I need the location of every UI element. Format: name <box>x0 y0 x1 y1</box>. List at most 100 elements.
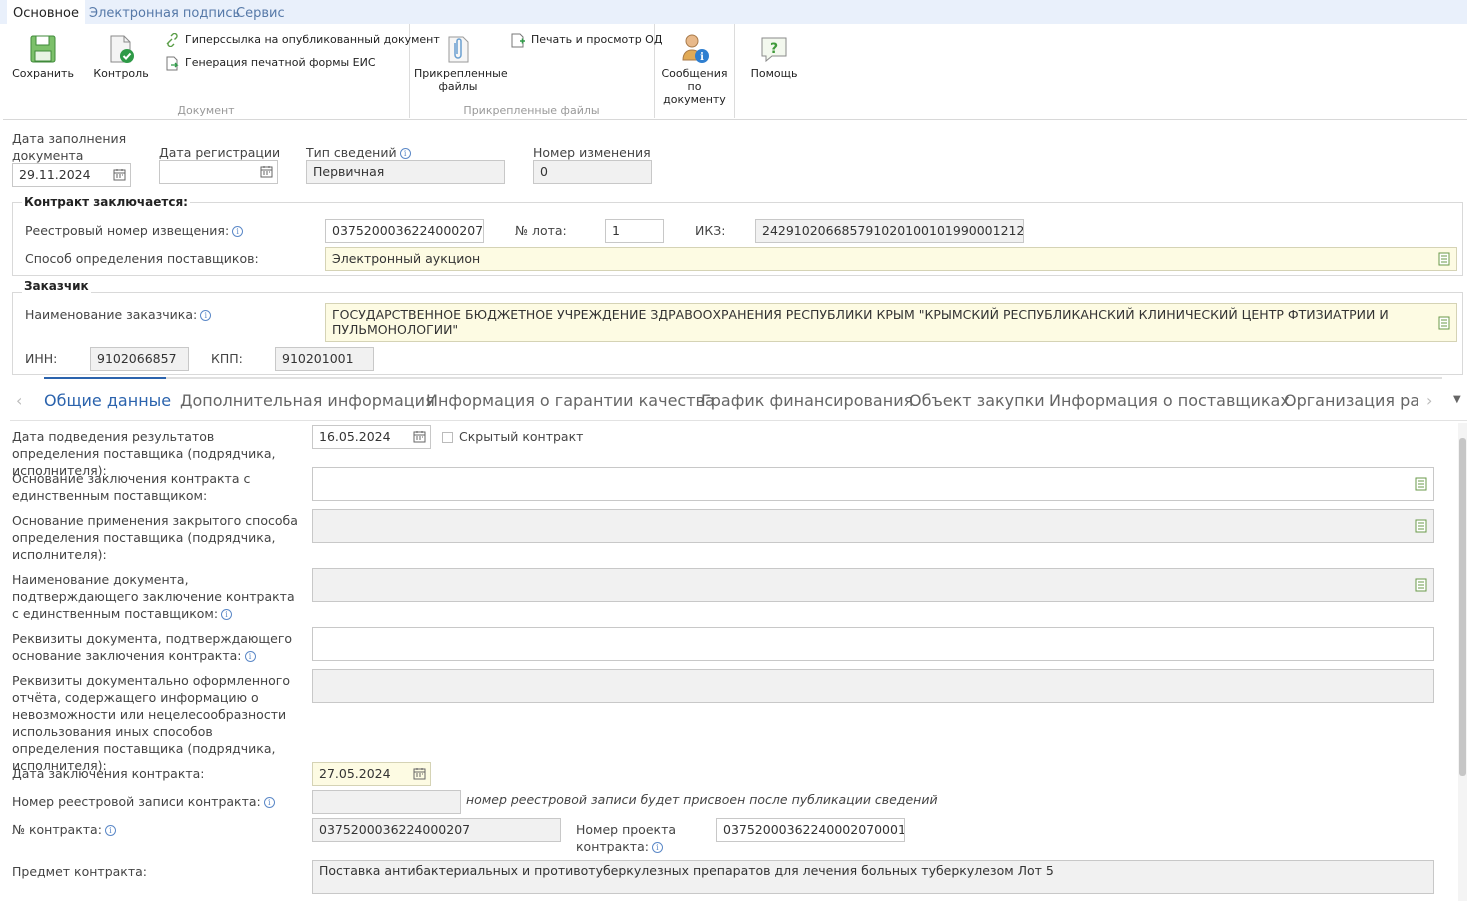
menu-tabs: Основное Электронная подпись Сервис <box>0 0 1467 24</box>
print-view-button[interactable]: Печать и просмотр ОД <box>510 32 662 48</box>
menu-tab-main[interactable]: Основное <box>7 0 85 24</box>
calendar-icon[interactable] <box>260 165 273 178</box>
attached-files-label: Прикрепленные файлы <box>414 67 508 93</box>
basis-single-field[interactable] <box>312 467 1434 501</box>
lot-label: № лота: <box>515 223 567 238</box>
ikz-label: ИКЗ: <box>695 223 726 238</box>
result-date-field[interactable]: 16.05.2024 <box>312 425 431 449</box>
tab-bar-line <box>44 377 1442 379</box>
print-preview-icon <box>511 33 525 47</box>
svg-text:i: i <box>700 52 704 63</box>
tab-financing-schedule[interactable]: График финансирования <box>701 391 913 410</box>
link-icon <box>166 32 178 48</box>
project-no-label: Номер проекта контракта: i <box>576 821 696 855</box>
info-icon[interactable]: i <box>244 651 256 662</box>
user-info-icon: i <box>681 34 709 63</box>
info-icon[interactable]: i <box>263 797 275 808</box>
lot-field[interactable]: 1 <box>605 219 664 243</box>
fill-date-value: 29.11.2024 <box>19 167 91 182</box>
method-field[interactable]: Электронный аукцион <box>325 247 1457 271</box>
info-type-label-text: Тип сведений <box>306 145 397 160</box>
reg-date-field[interactable] <box>159 160 278 184</box>
contract-date-value: 27.05.2024 <box>319 766 391 781</box>
project-no-field[interactable]: 03752000362240002070001 <box>716 818 905 842</box>
report-req-label: Реквизиты документально оформленного отч… <box>12 673 291 773</box>
contract-no-label: № контракта: i <box>12 821 116 838</box>
save-button[interactable]: Сохранить <box>12 34 74 80</box>
subject-field: Поставка антибактериальных и противотубе… <box>312 860 1434 894</box>
contract-no-label-text: № контракта: <box>12 822 102 837</box>
print-view-label: Печать и просмотр ОД <box>531 33 663 46</box>
notice-label-text: Реестровый номер извещения: <box>25 223 230 238</box>
tab-general[interactable]: Общие данные <box>44 391 171 410</box>
doc-req-label: Реквизиты документа, подтверждающего осн… <box>12 630 302 664</box>
tab-dropdown-icon[interactable]: ▼ <box>1453 394 1461 405</box>
group-label-attached: Прикрепленные файлы <box>463 104 600 117</box>
contract-no-field: 0375200036224000207 <box>312 818 561 842</box>
inn-label: ИНН: <box>25 351 58 366</box>
svg-text:?: ? <box>770 41 778 57</box>
directory-icon[interactable] <box>1415 519 1427 533</box>
directory-icon[interactable] <box>1438 252 1450 266</box>
tab-suppliers[interactable]: Информация о поставщиках <box>1049 391 1290 410</box>
info-icon[interactable]: i <box>200 310 212 321</box>
change-no-label: Номер изменения <box>533 145 651 160</box>
basis-closed-label: Основание применения закрытого способа о… <box>12 513 298 562</box>
directory-icon[interactable] <box>1415 477 1427 491</box>
menu-tab-signature[interactable]: Электронная подпись <box>89 0 240 24</box>
tab-organization[interactable]: Организация разм <box>1284 391 1418 410</box>
directory-icon[interactable] <box>1438 316 1450 330</box>
contract-date-label: Дата заключения контракта: <box>12 766 205 781</box>
customer-name-field[interactable]: ГОСУДАРСТВЕННОЕ БЮДЖЕТНОЕ УЧРЕЖДЕНИЕ ЗДР… <box>325 303 1457 342</box>
tab-prev-arrow-icon[interactable]: ‹ <box>16 391 22 410</box>
calendar-icon[interactable] <box>113 168 126 181</box>
hidden-contract-checkbox[interactable] <box>442 432 453 443</box>
info-icon[interactable]: i <box>221 609 233 620</box>
eis-print-button[interactable]: Генерация печатной формы ЕИС <box>165 55 376 71</box>
basis-closed-field <box>312 509 1434 543</box>
info-type-label: Тип сведений i <box>306 144 411 161</box>
customer-name-value: ГОСУДАРСТВЕННОЕ БЮДЖЕТНОЕ УЧРЕЖДЕНИЕ ЗДР… <box>332 307 1389 337</box>
messages-button[interactable]: i Сообщения по документу <box>656 32 733 106</box>
change-no-field: 0 <box>533 160 652 184</box>
hidden-contract-label: Скрытый контракт <box>459 429 584 444</box>
messages-label: Сообщения по документу <box>661 67 728 106</box>
menu-tab-service[interactable]: Сервис <box>236 0 285 24</box>
doc-name-field <box>312 568 1434 602</box>
paperclip-document-icon <box>448 36 469 63</box>
hyperlink-button[interactable]: Гиперссылка на опубликованный документ <box>165 32 440 48</box>
doc-req-field[interactable] <box>312 627 1434 661</box>
info-icon[interactable]: i <box>399 148 411 159</box>
inn-field: 9102066857 <box>90 347 189 371</box>
control-button[interactable]: Контроль <box>92 34 150 80</box>
directory-icon[interactable] <box>1415 578 1427 592</box>
registry-no-field <box>312 790 461 814</box>
help-button[interactable]: ? Помощь <box>746 34 802 80</box>
tab-next-arrow-icon[interactable]: › <box>1426 391 1432 410</box>
contract-section-title: Контракт заключается: <box>22 195 190 209</box>
document-check-icon <box>110 35 134 63</box>
basis-single-label: Основание заключения контракта с единств… <box>12 471 251 503</box>
info-icon[interactable]: i <box>104 825 116 836</box>
save-label: Сохранить <box>12 67 74 80</box>
fill-date-field[interactable]: 29.11.2024 <box>12 163 131 187</box>
info-icon[interactable]: i <box>232 226 244 237</box>
notice-field[interactable]: 0375200036224000207 <box>325 219 484 243</box>
calendar-icon[interactable] <box>413 430 426 443</box>
contract-date-field[interactable]: 27.05.2024 <box>312 762 431 786</box>
subject-label: Предмет контракта: <box>12 864 147 879</box>
registry-no-label-text: Номер реестровой записи контракта: <box>12 794 261 809</box>
tab-additional[interactable]: Дополнительная информация <box>180 391 435 410</box>
kpp-field: 910201001 <box>275 347 374 371</box>
help-icon: ? <box>761 37 787 63</box>
doc-name-label-text: Наименование документа, подтверждающего … <box>12 572 295 621</box>
tab-purchase-object[interactable]: Объект закупки <box>909 391 1045 410</box>
ikz-field: 242910206685791020100101990001212024 <box>755 219 1024 243</box>
scrollbar-thumb[interactable] <box>1459 438 1466 776</box>
calendar-icon[interactable] <box>413 767 426 780</box>
info-icon[interactable]: i <box>651 842 663 853</box>
document-arrow-icon <box>166 56 179 70</box>
tab-quality-guarantee[interactable]: Информация о гарантии качества <box>426 391 715 410</box>
registry-hint: номер реестровой записи будет присвоен п… <box>466 792 938 807</box>
attached-files-button[interactable]: Прикрепленные файлы <box>414 34 508 93</box>
